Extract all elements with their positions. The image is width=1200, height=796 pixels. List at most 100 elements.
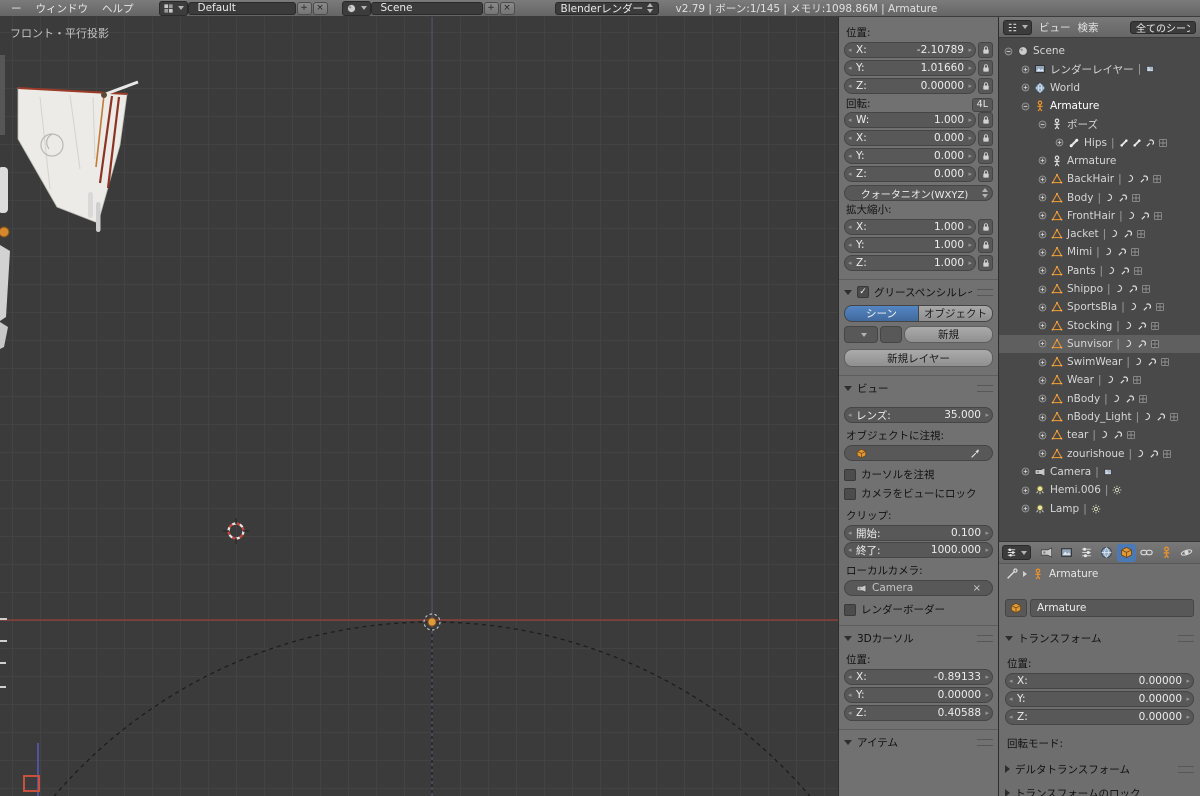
checkbox[interactable] [844,487,856,500]
rotation-mode-dropdown[interactable]: クォータニオン(WXYZ) [844,185,993,201]
restriction-icons[interactable] [1105,193,1141,203]
outliner-item-label[interactable]: SportsBla [1067,301,1117,313]
editor-type-button[interactable] [1002,545,1031,560]
outliner-item-label[interactable]: Scene [1033,45,1065,57]
restriction-icons[interactable] [1103,467,1113,477]
lock-cursor-row[interactable]: カーソルを注視 [844,467,993,482]
outliner-item-label[interactable]: Pants [1067,265,1096,277]
lock-toggle[interactable] [978,42,993,58]
outliner-row[interactable]: zourishoue | [999,445,1200,463]
grid-icon[interactable] [1162,449,1172,459]
outliner-row[interactable]: レンダーレイヤー | [999,60,1200,78]
outliner-item-label[interactable]: Hips [1084,137,1107,149]
outliner-row[interactable]: tear | [999,426,1200,444]
expander-icon[interactable] [1036,339,1049,348]
grid-icon[interactable] [1133,266,1143,276]
grid-icon[interactable] [1150,339,1160,349]
render-border-row[interactable]: レンダーボーダー [844,602,993,617]
outliner-row[interactable]: Armature [999,97,1200,115]
delta-transform-panel-header[interactable]: デルタトランスフォーム [1005,760,1194,778]
sun-icon[interactable] [1091,504,1101,514]
number-field[interactable]: X: 0.000 [844,130,976,146]
hook-icon[interactable] [1127,211,1137,221]
checkbox[interactable] [844,468,856,481]
outliner-row[interactable]: ポーズ [999,115,1200,133]
bone-icon[interactable] [1132,138,1142,148]
wrench-icon[interactable] [1147,357,1157,367]
grid-icon[interactable] [1160,357,1170,367]
transform-locks-panel-header[interactable]: トランスフォームのロック [1005,784,1194,796]
hook-icon[interactable] [1115,284,1125,294]
properties-tab[interactable] [1157,544,1176,562]
hook-icon[interactable] [1100,430,1110,440]
outliner-item-label[interactable]: SwimWear [1067,356,1122,368]
item-panel-header[interactable]: アイテム [844,733,993,751]
outliner-item-label[interactable]: Armature [1067,155,1116,167]
camera-to-view-row[interactable]: カメラをビューにロック [844,486,993,501]
expander-icon[interactable] [1036,285,1049,294]
lock-toggle[interactable] [978,148,993,164]
grid-icon[interactable] [1169,412,1179,422]
add-layout-button[interactable] [296,1,312,15]
outliner-item-label[interactable]: BackHair [1067,173,1114,185]
outliner-item-label[interactable]: tear [1067,429,1088,441]
outliner-row[interactable]: World [999,79,1200,97]
number-field[interactable]: X: 0.00000 [1005,673,1194,689]
restriction-icons[interactable] [1104,247,1140,257]
expander-icon[interactable] [1036,175,1049,184]
gp-tab-scene[interactable]: シーン [844,305,918,322]
restriction-icons[interactable] [1126,174,1162,184]
outliner-item-label[interactable]: Stocking [1067,320,1112,332]
scene-dropdown[interactable]: Scene [370,1,483,15]
number-field[interactable]: Z: 0.40588 [844,705,993,721]
expander-icon[interactable] [1036,358,1049,367]
restriction-icons[interactable] [1112,485,1122,495]
expander-icon[interactable] [1019,486,1032,495]
grid-icon[interactable] [1153,211,1163,221]
lock-toggle[interactable] [978,130,993,146]
grease-pencil-panel-header[interactable]: グリースペンシルレイヤー [844,283,993,301]
grid-icon[interactable] [1132,375,1142,385]
outliner-row[interactable]: Stocking | [999,316,1200,334]
outliner-row[interactable]: Scene [999,42,1200,60]
expander-icon[interactable] [1036,413,1049,422]
expander-icon[interactable] [1019,504,1032,513]
outliner-row[interactable]: Mimi | [999,243,1200,261]
wrench-icon[interactable] [1117,247,1127,257]
hook-icon[interactable] [1106,375,1116,385]
breadcrumb[interactable]: Armature [1049,568,1098,580]
hook-icon[interactable] [1143,412,1153,422]
wrench-icon[interactable] [1140,211,1150,221]
outliner-search-menu[interactable]: 検索 [1078,20,1099,35]
restriction-icons[interactable] [1119,138,1168,148]
wrench-icon[interactable] [1149,449,1159,459]
wrench-icon[interactable] [1128,284,1138,294]
expander-icon[interactable] [1036,230,1049,239]
outliner-row[interactable]: Wear | [999,371,1200,389]
bone-icon[interactable] [1119,138,1129,148]
properties-tab[interactable] [1077,544,1096,562]
restriction-icons[interactable] [1145,64,1155,74]
restriction-icons[interactable] [1134,357,1170,367]
cursor-panel-header[interactable]: 3Dカーソル [844,629,993,647]
checkbox[interactable] [844,603,856,616]
outliner-row[interactable]: Hips | [999,133,1200,151]
restriction-icons[interactable] [1091,504,1101,514]
lock-toggle[interactable] [978,255,993,271]
expander-icon[interactable] [1036,449,1049,458]
outliner-row[interactable]: SportsBla | [999,298,1200,316]
hook-icon[interactable] [1112,394,1122,404]
restriction-icons[interactable] [1107,266,1143,276]
hook-icon[interactable] [1110,229,1120,239]
hook-icon[interactable] [1105,193,1115,203]
expander-icon[interactable] [1019,65,1032,74]
render-engine-dropdown[interactable]: Blenderレンダー [554,1,659,15]
expander-icon[interactable] [1036,303,1049,312]
restriction-icons[interactable] [1143,412,1179,422]
outliner-view-menu[interactable]: ビュー [1039,20,1071,35]
panel-grip[interactable] [977,738,993,746]
outliner-row[interactable]: Jacket | [999,225,1200,243]
rotation-4l-button[interactable]: 4L [971,97,993,112]
outliner-row[interactable]: BackHair | [999,170,1200,188]
outliner-item-label[interactable]: FrontHair [1067,210,1115,222]
